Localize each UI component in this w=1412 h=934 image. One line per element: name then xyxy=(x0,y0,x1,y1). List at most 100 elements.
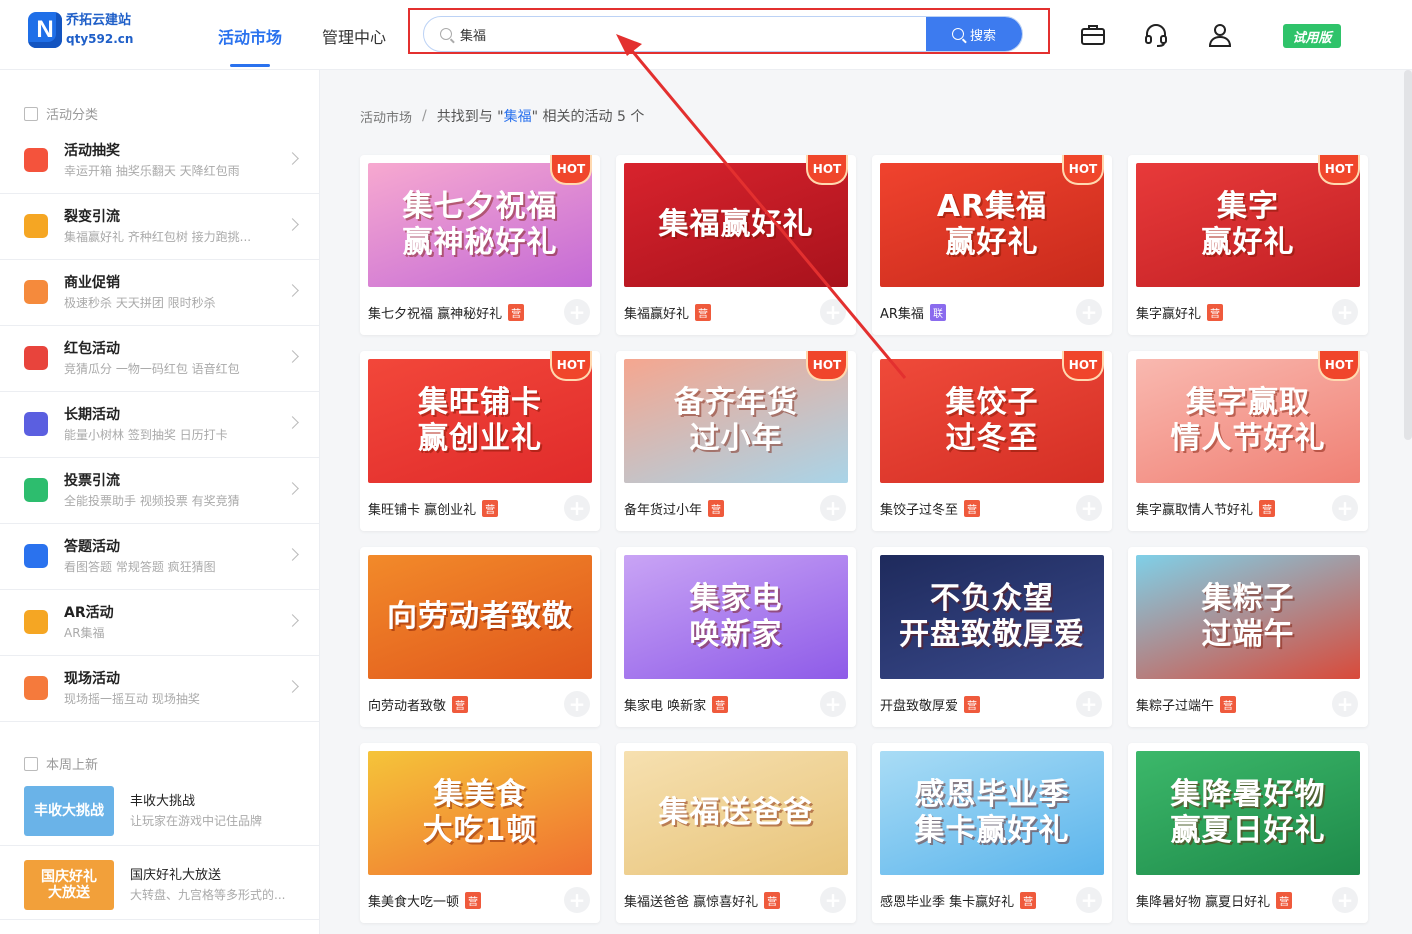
activity-title-row: 开盘致敬厚爱营 xyxy=(880,695,981,714)
nav-tab-market[interactable]: 活动市场 xyxy=(218,24,282,48)
activity-cover-text: 不负众望 开盘致敬厚爱 xyxy=(899,581,1085,652)
sidebar-category[interactable]: 活动抽奖 幸运开箱 抽奖乐翻天 天降红包雨 xyxy=(0,128,320,194)
activity-cover[interactable]: 集降暑好物 赢夏日好礼 xyxy=(1136,751,1360,875)
activity-card[interactable]: 集福赢好礼 HOT 集福赢好礼营 + xyxy=(616,155,856,335)
add-activity-button[interactable]: + xyxy=(1076,887,1102,913)
activity-card[interactable]: 集字 赢好礼 HOT 集字赢好礼营 + xyxy=(1128,155,1368,335)
category-name: 投票引流 xyxy=(64,473,120,489)
result-summary: 共找到与 "集福" 相关的活动 5 个 xyxy=(437,106,645,126)
headset-icon[interactable] xyxy=(1143,22,1169,48)
add-activity-button[interactable]: + xyxy=(1076,691,1102,717)
sidebar-category[interactable]: 答题活动 看图答题 常规答题 疯狂猜图 xyxy=(0,524,320,590)
chevron-right-icon xyxy=(286,218,299,231)
activity-type-badge: 联 xyxy=(929,304,946,321)
activity-card[interactable]: 集粽子 过端午集粽子过端午营 + xyxy=(1128,547,1368,727)
result-keyword: 集福 xyxy=(503,109,532,125)
sidebar-category[interactable]: 商业促销 极速秒杀 天天拼团 限时秒杀 xyxy=(0,260,320,326)
hot-badge: HOT xyxy=(806,155,848,185)
add-activity-button[interactable]: + xyxy=(820,495,846,521)
activity-cover[interactable]: 感恩毕业季 集卡赢好礼 xyxy=(880,751,1104,875)
activity-type-badge: 营 xyxy=(964,696,981,713)
activity-card[interactable]: 不负众望 开盘致敬厚爱开盘致敬厚爱营 + xyxy=(872,547,1112,727)
add-activity-button[interactable]: + xyxy=(1332,691,1358,717)
activity-card[interactable]: 集家电 唤新家 集家电 唤新家营 + xyxy=(616,547,856,727)
activity-type-badge: 营 xyxy=(712,696,729,713)
hot-badge: HOT xyxy=(1318,155,1360,185)
envelope-icon xyxy=(24,346,48,370)
activity-cover[interactable]: 集家电 唤新家 xyxy=(624,555,848,679)
activity-cover-text: 集字 赢好礼 xyxy=(1201,189,1295,260)
activity-title-row: AR集福联 xyxy=(880,303,946,322)
activity-card[interactable]: 集字赢取 情人节好礼 HOT 集字赢取情人节好礼营 + xyxy=(1128,351,1368,531)
activity-card[interactable]: 集美食 大吃1顿 集美食大吃一顿营 + xyxy=(360,743,600,923)
activity-cover[interactable]: 集美食 大吃1顿 xyxy=(368,751,592,875)
activity-cover-text: 集降暑好物 赢夏日好礼 xyxy=(1170,777,1326,848)
category-name: 答题活动 xyxy=(64,539,120,555)
sidebar-category[interactable]: 红包活动 竞猜瓜分 一物一码红包 语音红包 xyxy=(0,326,320,392)
sidebar-category[interactable]: 现场活动 现场摇一摇互动 现场抽奖 xyxy=(0,656,320,722)
activity-type-badge: 营 xyxy=(465,892,482,909)
add-activity-button[interactable]: + xyxy=(820,299,846,325)
activity-cover[interactable]: 集福送爸爸 xyxy=(624,751,848,875)
add-activity-button[interactable]: + xyxy=(1332,495,1358,521)
sidebar-category[interactable]: 投票引流 全能投票助手 视频投票 有奖竞猜 xyxy=(0,458,320,524)
activity-type-badge: 营 xyxy=(1207,304,1224,321)
add-activity-button[interactable]: + xyxy=(564,691,590,717)
category-name: 红包活动 xyxy=(64,341,120,357)
activity-card[interactable]: AR集福 赢好礼 HOT AR集福联 + xyxy=(872,155,1112,335)
hot-badge: HOT xyxy=(1318,351,1360,381)
activity-cover-text: 集美食 大吃1顿 xyxy=(422,777,538,848)
activity-title: 集粽子过端午 xyxy=(1136,699,1215,714)
briefcase-icon[interactable] xyxy=(1080,22,1106,48)
activity-title-row: 集福送爸爸 赢惊喜好礼营 xyxy=(624,891,781,910)
add-activity-button[interactable]: + xyxy=(1076,299,1102,325)
activity-card[interactable]: 集饺子 过冬至 HOT 集饺子过冬至营 + xyxy=(872,351,1112,531)
activity-card[interactable]: 集降暑好物 赢夏日好礼 集降暑好物 赢夏日好礼营 + xyxy=(1128,743,1368,923)
logo[interactable]: N 乔拓云建站 qty592.cn xyxy=(28,12,133,48)
activity-card[interactable]: 向劳动者致敬 向劳动者致敬营 + xyxy=(360,547,600,727)
activity-card[interactable]: 集七夕祝福 赢神秘好礼 HOT 集七夕祝福 赢神秘好礼营 + xyxy=(360,155,600,335)
activity-cover[interactable]: 集粽子 过端午 xyxy=(1136,555,1360,679)
chevron-right-icon xyxy=(286,680,299,693)
add-activity-button[interactable]: + xyxy=(820,887,846,913)
add-activity-button[interactable]: + xyxy=(564,299,590,325)
chevron-right-icon xyxy=(286,614,299,627)
new-activity-item[interactable]: 丰收大挑战 丰收大挑战 让玩家在游戏中记住品牌 xyxy=(0,776,320,846)
hot-badge: HOT xyxy=(1062,155,1104,185)
add-activity-button[interactable]: + xyxy=(564,887,590,913)
add-activity-button[interactable]: + xyxy=(820,691,846,717)
sidebar-category[interactable]: 裂变引流 集福赢好礼 齐种红包树 接力跑挑... xyxy=(0,194,320,260)
search-input[interactable] xyxy=(460,17,920,51)
add-activity-button[interactable]: + xyxy=(1076,495,1102,521)
nav-tab-management[interactable]: 管理中心 xyxy=(322,24,386,48)
activity-title-row: 集字赢取情人节好礼营 xyxy=(1136,499,1276,518)
activity-cover[interactable]: 向劳动者致敬 xyxy=(368,555,592,679)
activity-card[interactable]: 集福送爸爸集福送爸爸 赢惊喜好礼营 + xyxy=(616,743,856,923)
category-sub: 极速秒杀 天天拼团 限时秒杀 xyxy=(64,296,216,310)
activity-card[interactable]: 备齐年货 过小年 HOT 备年货过小年营 + xyxy=(616,351,856,531)
user-icon[interactable] xyxy=(1207,22,1233,48)
add-activity-button[interactable]: + xyxy=(564,495,590,521)
scrollbar[interactable] xyxy=(1404,70,1412,440)
search-bar: 搜索 xyxy=(423,16,1023,52)
activity-type-badge: 营 xyxy=(1220,696,1237,713)
activity-card[interactable]: 感恩毕业季 集卡赢好礼 感恩毕业季 集卡赢好礼营 + xyxy=(872,743,1112,923)
new-activity-desc: 大转盘、九宫格等多形式的... xyxy=(130,888,286,902)
trial-badge[interactable]: 试用版 xyxy=(1283,24,1341,48)
search-button[interactable]: 搜索 xyxy=(926,17,1022,51)
top-header: N 乔拓云建站 qty592.cn 活动市场 管理中心 搜索 试用版 xyxy=(0,0,1412,70)
add-activity-button[interactable]: + xyxy=(1332,887,1358,913)
new-activity-item[interactable]: 国庆好礼 大放送 国庆好礼大放送 大转盘、九宫格等多形式的... xyxy=(0,850,320,920)
activity-cover[interactable]: 不负众望 开盘致敬厚爱 xyxy=(880,555,1104,679)
activity-card[interactable]: 集旺铺卡 赢创业礼 HOT 集旺铺卡 赢创业礼营 + xyxy=(360,351,600,531)
new-activity-thumb: 国庆好礼 大放送 xyxy=(24,860,114,910)
activity-cover-text: 集家电 唤新家 xyxy=(689,581,783,652)
breadcrumb-root[interactable]: 活动市场 xyxy=(360,107,412,126)
activity-title: 集七夕祝福 赢神秘好礼 xyxy=(368,307,503,322)
activity-title: 集字赢好礼 xyxy=(1136,307,1202,322)
activity-type-badge: 营 xyxy=(764,892,781,909)
category-sub: AR集福 xyxy=(64,626,105,640)
sidebar-category[interactable]: AR活动 AR集福 xyxy=(0,590,320,656)
sidebar-category[interactable]: 长期活动 能量小树林 签到抽奖 日历打卡 xyxy=(0,392,320,458)
add-activity-button[interactable]: + xyxy=(1332,299,1358,325)
